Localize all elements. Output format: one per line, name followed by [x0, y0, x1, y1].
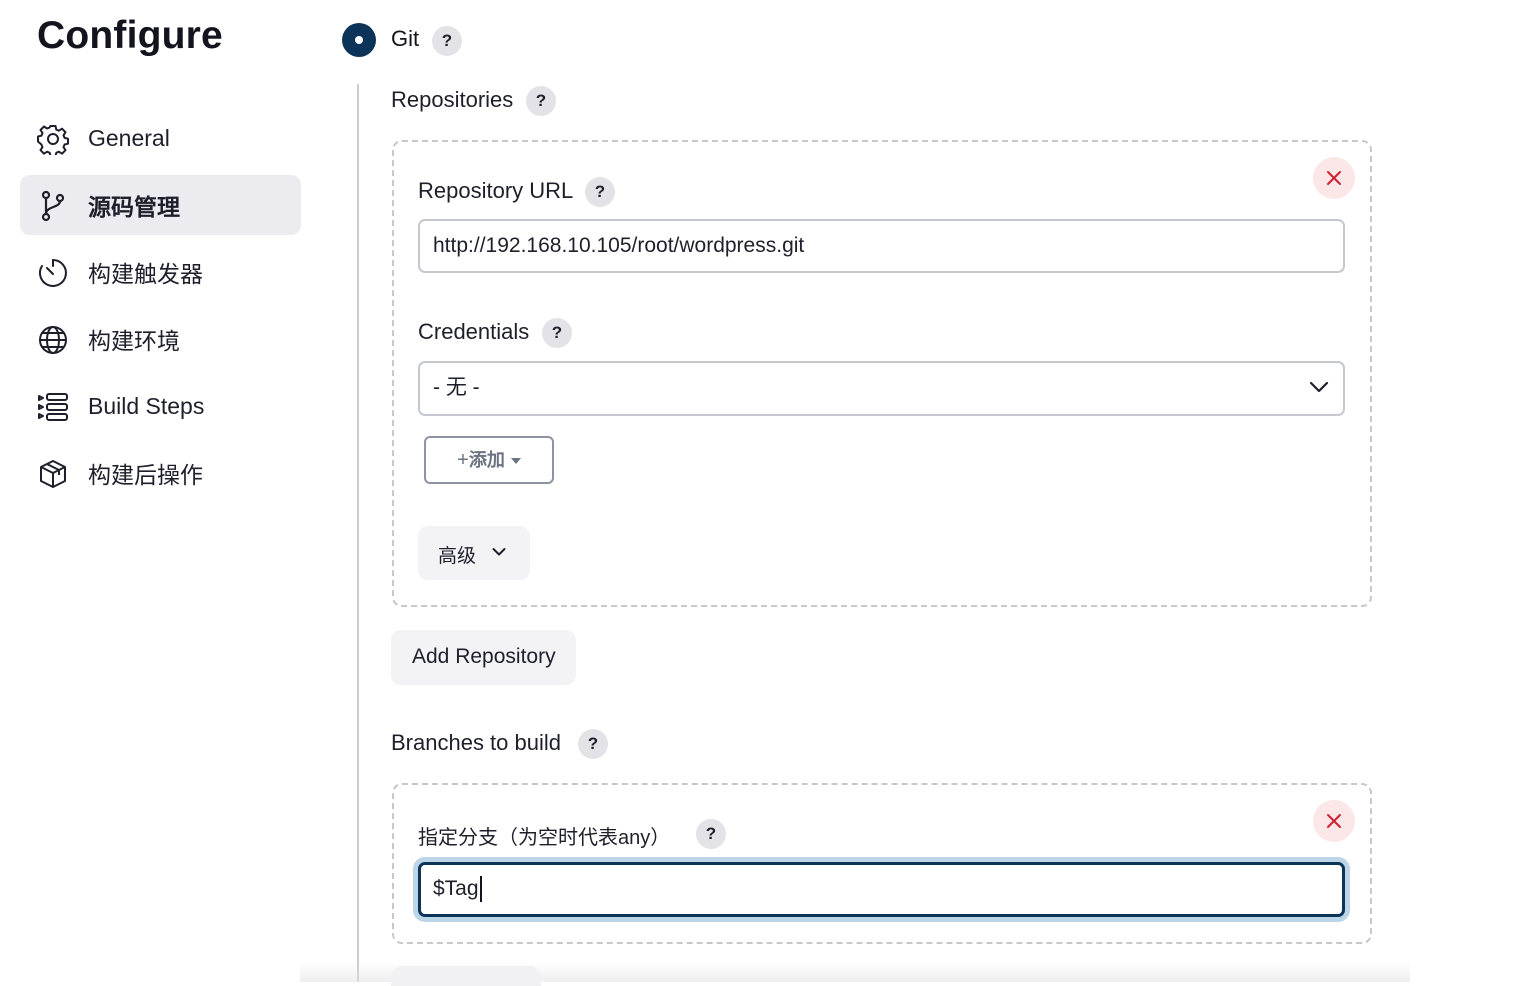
- sidebar-item-label: 构建后操作: [88, 462, 203, 488]
- close-icon: [1327, 171, 1341, 185]
- sidebar-item-label: General: [88, 124, 170, 151]
- sidebar-item-label: 构建触发器: [88, 261, 203, 287]
- add-repository-button[interactable]: Add Repository: [391, 630, 576, 685]
- close-icon: [1327, 814, 1341, 828]
- branch-specifier-value: $Tag: [433, 877, 479, 900]
- credentials-selected-value: - 无 -: [433, 376, 480, 399]
- git-help-icon[interactable]: ?: [432, 26, 462, 56]
- globe-icon: [39, 326, 67, 354]
- sidebar-item-label: 源码管理: [88, 194, 180, 220]
- advanced-label: 高级: [438, 546, 477, 567]
- repositories-help-icon[interactable]: ?: [526, 86, 556, 116]
- sidebar-item-build-triggers[interactable]: 构建触发器: [20, 242, 301, 302]
- page-title: Configure: [37, 14, 223, 57]
- add-credentials-label: 添加: [468, 450, 505, 470]
- chevron-down-icon: [1309, 381, 1329, 393]
- package-icon: [40, 460, 66, 488]
- add-credentials-button[interactable]: +添加: [424, 436, 554, 484]
- sidebar-item-build-environment[interactable]: 构建环境: [20, 309, 301, 369]
- sidebar-item-post-build-actions[interactable]: 构建后操作: [20, 443, 301, 503]
- repository-url-help-icon[interactable]: ?: [585, 177, 615, 207]
- sidebar-item-label: Build Steps: [88, 392, 205, 419]
- delete-repository-button[interactable]: [1313, 157, 1355, 199]
- gear-icon: [37, 125, 69, 155]
- branches-label: Branches to build: [391, 730, 561, 755]
- advanced-button[interactable]: 高级: [418, 526, 530, 580]
- git-radio-button[interactable]: [342, 23, 376, 57]
- branch-specifier-help-icon[interactable]: ?: [696, 819, 726, 849]
- credentials-label: Credentials: [418, 319, 530, 344]
- sidebar-item-label: 构建环境: [88, 328, 180, 354]
- sidebar-item-general[interactable]: General: [20, 108, 301, 168]
- add-repository-label: Add Repository: [412, 645, 556, 668]
- sidebar-item-source-management[interactable]: 源码管理: [20, 175, 301, 235]
- text-cursor: [479, 876, 482, 903]
- branches-help-icon[interactable]: ?: [578, 729, 608, 759]
- sidebar: General 源码管理 构建触发器 构建环境 Build Steps 构建后操…: [20, 108, 301, 510]
- repository-url-label: Repository URL: [418, 178, 574, 203]
- section-divider: [357, 84, 359, 982]
- partial-button[interactable]: [391, 966, 541, 986]
- git-branch-icon: [41, 190, 65, 222]
- timer-icon: [39, 259, 67, 287]
- branch-specifier-label: 指定分支（为空时代表any）: [418, 827, 671, 849]
- caret-down-icon: [510, 458, 521, 465]
- credentials-select[interactable]: - 无 -: [418, 361, 1345, 416]
- sidebar-item-build-steps[interactable]: Build Steps: [20, 376, 301, 436]
- repository-url-input[interactable]: http://192.168.10.105/root/wordpress.git: [418, 219, 1345, 273]
- git-option-label: Git: [391, 26, 420, 51]
- list-steps-icon: [38, 393, 68, 421]
- credentials-help-icon[interactable]: ?: [542, 318, 572, 348]
- chevron-down-icon: [492, 548, 506, 556]
- plus-icon: +: [457, 449, 469, 471]
- branch-specifier-input[interactable]: $Tag: [418, 862, 1345, 917]
- delete-branch-button[interactable]: [1313, 800, 1355, 842]
- repositories-label: Repositories: [391, 87, 514, 112]
